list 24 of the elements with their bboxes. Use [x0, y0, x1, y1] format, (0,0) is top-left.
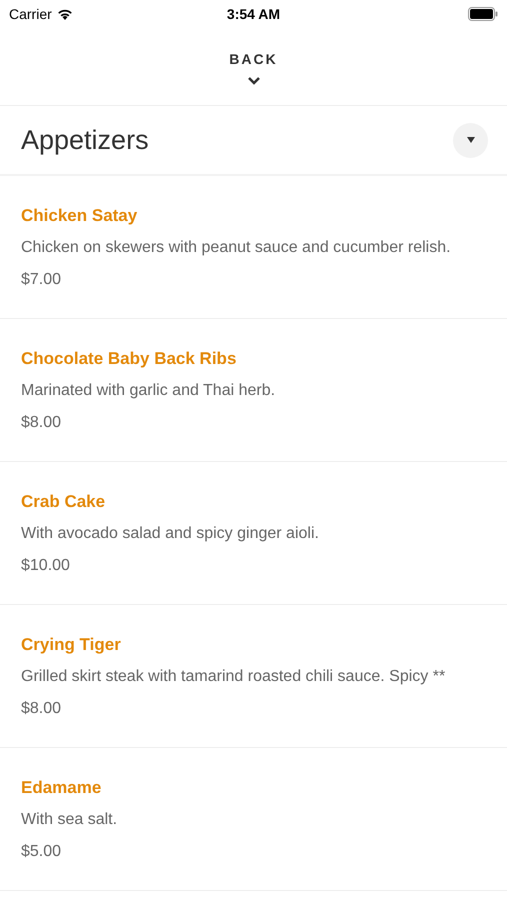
back-button[interactable]: BACK [0, 28, 507, 106]
item-name[interactable]: Crying Tiger [21, 633, 486, 657]
dropdown-caret-icon [466, 137, 474, 143]
item-description: Chicken on skewers with peanut sauce and cucumber relish. [21, 238, 452, 258]
item-name[interactable]: Crab Cake [21, 490, 486, 514]
chevron-down-icon [246, 76, 260, 84]
item-name[interactable]: Edamame [21, 776, 486, 800]
carrier-label: Carrier [9, 4, 52, 24]
wifi-icon [56, 8, 73, 20]
battery-icon [468, 7, 498, 21]
status-time: 3:54 AM [226, 4, 280, 24]
item-price: $8.00 [21, 413, 62, 433]
item-price: $8.00 [21, 699, 62, 719]
collapse-button[interactable] [453, 122, 488, 158]
item-name[interactable]: Chicken Satay [21, 204, 486, 228]
item-description: Marinated with garlic and Thai herb. [21, 381, 276, 401]
section-title: Appetizers [21, 124, 149, 157]
item-price: $10.00 [21, 556, 71, 576]
item-price: $7.00 [21, 270, 62, 290]
item-description: Grilled skirt steak with tamarind roasted chili sauce. Spicy ** [21, 667, 446, 687]
item-price: $5.00 [21, 842, 62, 862]
item-name[interactable]: Chocolate Baby Back Ribs [21, 347, 486, 371]
item-description: With sea salt. [21, 810, 118, 830]
item-description: With avocado salad and spicy ginger aioli. [21, 524, 320, 544]
